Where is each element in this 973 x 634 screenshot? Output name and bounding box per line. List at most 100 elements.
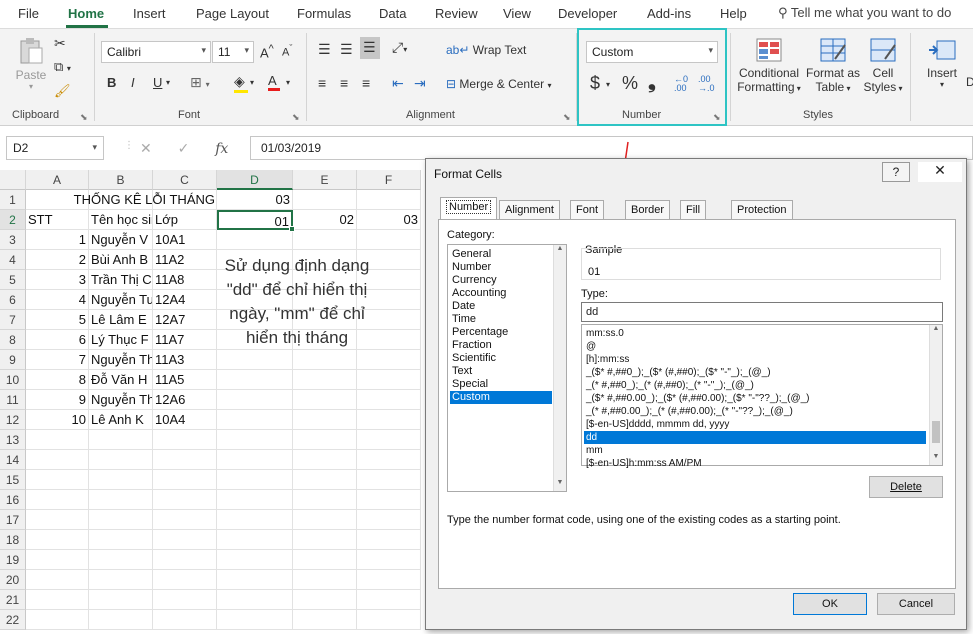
decrease-indent-icon[interactable]: ⇤ [392,75,404,92]
grid-cell[interactable] [293,370,357,390]
grid-cell[interactable] [153,590,217,610]
class-cell[interactable]: 12A4 [153,290,217,310]
middle-align-icon[interactable]: ☰ [340,41,353,58]
tab-insert[interactable]: Insert [133,6,166,21]
alignment-launcher-icon[interactable]: ⬊ [563,112,571,123]
chevron-down-icon[interactable]: ▾ [286,78,290,87]
format-code-item[interactable]: _($* #,##0.00_);_($* (#,##0.00);_($* "-"… [584,392,926,405]
format-code-item[interactable]: _(* #,##0_);_(* (#,##0);_(* "-"_);_(@_) [584,379,926,392]
tab-fill[interactable]: Fill [680,200,707,219]
grid-cell[interactable] [26,470,89,490]
student-name-cell[interactable]: Nguyễn Th [89,390,153,410]
header-cell-e2[interactable]: 02 [293,210,357,230]
grid-cell[interactable] [153,490,217,510]
row-header[interactable]: 19 [0,550,26,570]
grid-cell[interactable] [89,610,153,630]
clipboard-launcher-icon[interactable]: ⬊ [80,112,88,123]
tab-formulas[interactable]: Formulas [297,6,351,21]
row-header[interactable]: 16 [0,490,26,510]
category-item[interactable]: Date [450,300,552,313]
shrink-font-icon[interactable]: Aˇ [282,43,292,59]
class-cell[interactable]: 11A8 [153,270,217,290]
row-header[interactable]: 7 [0,310,26,330]
grid-cell[interactable] [357,610,421,630]
grid-cell[interactable] [357,490,421,510]
grid-cell[interactable] [153,530,217,550]
format-scrollbar[interactable]: ▲ ▼ [929,325,942,465]
align-left-icon[interactable]: ≡ [318,75,326,91]
category-item[interactable]: General [450,248,552,261]
drag-handle-icon[interactable]: ⋮ [124,140,134,151]
grid-cell[interactable] [217,410,293,430]
enter-icon[interactable]: ✓ [178,140,190,156]
grid-cell[interactable] [293,550,357,570]
chevron-down-icon[interactable]: ▾ [166,78,170,87]
category-item[interactable]: Text [450,365,552,378]
grid-cell[interactable] [293,390,357,410]
student-name-cell[interactable]: Nguyễn Th [89,350,153,370]
bottom-align-icon[interactable]: ☰ [360,37,380,59]
stt-cell[interactable]: 10 [26,410,89,430]
grid-cell[interactable] [89,510,153,530]
scroll-up-icon[interactable]: ▲ [930,325,942,337]
grid-cell[interactable] [357,350,421,370]
row-header[interactable]: 5 [0,270,26,290]
grid-cell[interactable] [217,390,293,410]
student-name-cell[interactable]: Bùi Anh B [89,250,153,270]
tab-font[interactable]: Font [570,200,605,219]
grid-cell[interactable] [357,470,421,490]
row-header[interactable]: 1 [0,190,26,210]
row-header[interactable]: 20 [0,570,26,590]
tab-number[interactable]: Number [440,197,498,219]
grid-cell[interactable] [26,510,89,530]
grid-cell[interactable] [89,430,153,450]
student-name-cell[interactable]: Đỗ Văn H [89,370,153,390]
grid-cell[interactable] [26,530,89,550]
fill-color-icon[interactable]: ◈ [234,73,248,93]
top-align-icon[interactable]: ☰ [318,41,331,58]
grid-cell[interactable] [357,590,421,610]
grid-cell[interactable] [293,450,357,470]
category-item[interactable]: Currency [450,274,552,287]
grid-cell[interactable] [26,550,89,570]
grid-cell[interactable] [293,350,357,370]
grid-cell[interactable] [26,570,89,590]
grid-cell[interactable] [357,430,421,450]
tab-view[interactable]: View [503,6,531,21]
tab-border[interactable]: Border [625,200,671,219]
row-header[interactable]: 22 [0,610,26,630]
cancel-button[interactable]: Cancel [877,593,955,615]
tab-developer[interactable]: Developer [558,6,617,21]
borders-icon[interactable]: ⊞ ▾ [190,74,210,91]
scroll-down-icon[interactable]: ▼ [930,453,942,465]
align-right-icon[interactable]: ≡ [362,75,370,91]
grid-cell[interactable] [217,350,293,370]
grid-cell[interactable] [26,590,89,610]
grid-cell[interactable] [357,510,421,530]
column-header-f[interactable]: F [357,170,421,190]
row-header[interactable]: 15 [0,470,26,490]
format-as-table-button[interactable]: Format as Table ▾ [804,37,862,94]
scroll-up-icon[interactable]: ▲ [554,245,566,257]
grid-cell[interactable] [357,450,421,470]
tab-add-ins[interactable]: Add-ins [647,6,691,21]
stt-cell[interactable]: 7 [26,350,89,370]
row-header[interactable]: 3 [0,230,26,250]
grid-cell[interactable] [293,590,357,610]
grid-cell[interactable] [357,230,421,250]
grid-cell[interactable] [293,510,357,530]
header-cell-stt[interactable]: STT [26,210,89,230]
scroll-down-icon[interactable]: ▼ [554,479,566,491]
selected-cell-d2[interactable]: 01 [217,210,293,230]
row-header[interactable]: 11 [0,390,26,410]
format-code-item[interactable]: mm:ss.0 [584,327,926,340]
row-header[interactable]: 17 [0,510,26,530]
tab-alignment[interactable]: Alignment [499,200,560,219]
tab-home[interactable]: Home [68,6,104,21]
font-color-icon[interactable]: A [268,73,280,91]
row-header[interactable]: 4 [0,250,26,270]
format-code-item[interactable]: [$-en-US]h:mm:ss AM/PM [584,457,926,470]
ok-button[interactable]: OK [793,593,867,615]
stt-cell[interactable]: 5 [26,310,89,330]
font-size-combo[interactable]: 11 ▾ [212,41,254,63]
